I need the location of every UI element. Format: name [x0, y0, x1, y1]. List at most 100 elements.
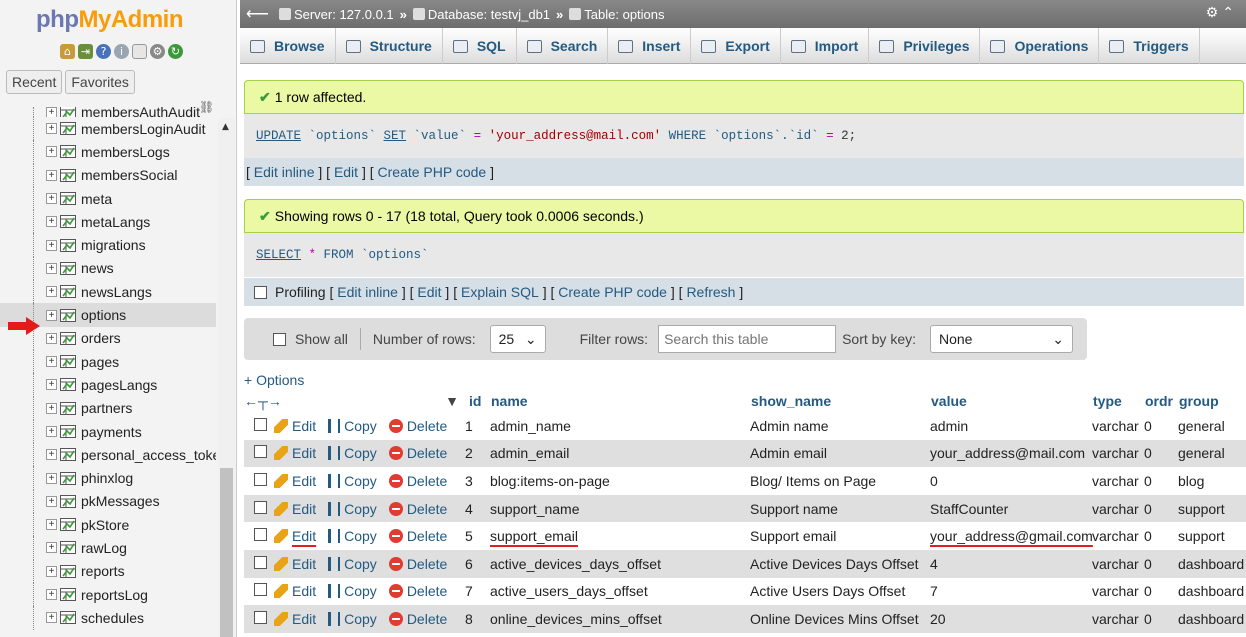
sidebar-item-schedules[interactable]: + schedules [0, 606, 216, 630]
sidebar-item-memberslogs[interactable]: + membersLogs [0, 140, 216, 164]
number-of-rows-select[interactable]: 25 ⌄ [489, 325, 546, 353]
cell-show-name[interactable]: Active Devices Days Offset [747, 556, 927, 572]
edit-button[interactable]: Edit [274, 418, 316, 434]
tab-search[interactable]: Search [517, 28, 609, 64]
copy-button[interactable]: Copy [328, 501, 377, 517]
sidebar-item-pkmessages[interactable]: + pkMessages [0, 489, 216, 514]
delete-button[interactable]: Delete [388, 611, 447, 627]
expand-plus-icon[interactable]: + [46, 519, 57, 531]
cell-value[interactable]: 7 [927, 583, 1089, 599]
collapse-icon[interactable]: ⌃ [1222, 4, 1238, 20]
sort-dropdown-icon[interactable]: ▼ [445, 393, 459, 409]
expand-plus-icon[interactable]: + [46, 612, 57, 624]
column-header-value[interactable]: value [927, 393, 1089, 409]
delete-button[interactable]: Delete [388, 473, 447, 489]
expand-plus-icon[interactable]: + [46, 565, 57, 577]
tab-structure[interactable]: Structure [336, 28, 443, 64]
sql-keyword-update[interactable]: UPDATE [256, 129, 301, 143]
row-checkbox[interactable] [254, 610, 267, 624]
column-header-type[interactable]: type [1089, 393, 1141, 409]
sidebar-item-personal-access-toke[interactable]: + personal_access_toke [0, 443, 216, 467]
sort-by-key-select[interactable]: None ⌄ [930, 325, 1073, 353]
sidebar-item-memberssocial[interactable]: + membersSocial [0, 163, 216, 187]
breadcrumb-server[interactable]: Server: 127.0.0.1 [278, 7, 394, 22]
filter-rows-input[interactable] [658, 325, 837, 353]
expand-plus-icon[interactable]: + [46, 495, 57, 507]
sidebar-item-reportslog[interactable]: + reportsLog [0, 582, 216, 607]
row-checkbox[interactable] [254, 583, 267, 597]
page-icon[interactable] [132, 44, 147, 59]
tab-insert[interactable]: Insert [608, 28, 692, 64]
delete-button[interactable]: Delete [388, 501, 447, 517]
scroll-thumb[interactable] [220, 468, 233, 637]
expand-plus-icon[interactable]: + [46, 107, 57, 117]
tab-triggers[interactable]: Triggers [1099, 28, 1200, 64]
show-all-checkbox[interactable] [273, 332, 286, 346]
cell-group[interactable]: support [1175, 501, 1245, 517]
create-php-code-link[interactable]: Create PHP code [378, 164, 487, 180]
sidebar-item-payments[interactable]: + payments [0, 419, 216, 444]
cell-id[interactable]: 5 [465, 528, 487, 544]
expand-plus-icon[interactable]: + [46, 309, 57, 321]
edit-button[interactable]: Edit [274, 583, 316, 599]
breadcrumb-table[interactable]: Table: options [569, 7, 665, 22]
cell-group[interactable]: support [1175, 528, 1245, 544]
expand-plus-icon[interactable]: + [46, 542, 57, 554]
edit-inline-link[interactable]: Edit inline [337, 284, 398, 300]
cell-value[interactable]: 0 [927, 473, 1089, 489]
sidebar-item-pageslangs[interactable]: + pagesLangs [0, 373, 216, 397]
cell-type[interactable]: varchar [1089, 418, 1141, 434]
row-checkbox[interactable] [254, 472, 267, 486]
cell-value[interactable]: StaffCounter [927, 501, 1089, 517]
delete-button[interactable]: Delete [388, 556, 447, 572]
cell-name[interactable]: support_name [487, 501, 747, 517]
cell-id[interactable]: 2 [465, 445, 487, 461]
cell-ordr[interactable]: 0 [1141, 418, 1175, 434]
expand-plus-icon[interactable]: + [46, 589, 57, 601]
row-checkbox[interactable] [254, 528, 267, 542]
cell-name[interactable]: active_users_days_offset [487, 583, 747, 599]
cell-id[interactable]: 3 [465, 473, 487, 489]
delete-button[interactable]: Delete [388, 418, 447, 434]
cell-show-name[interactable]: Support email [747, 528, 927, 544]
expand-plus-icon[interactable]: + [46, 262, 57, 274]
edit-button[interactable]: Edit [274, 528, 316, 544]
cell-name[interactable]: online_devices_mins_offset [487, 611, 747, 627]
docs-icon[interactable]: i [114, 44, 129, 59]
sidebar-item-migrations[interactable]: + migrations [0, 233, 216, 257]
cell-name[interactable]: active_devices_days_offset [487, 556, 747, 572]
cell-ordr[interactable]: 0 [1141, 445, 1175, 461]
expand-plus-icon[interactable]: + [46, 123, 57, 135]
cell-group[interactable]: dashboard [1175, 583, 1245, 599]
refresh-link[interactable]: Refresh [686, 284, 735, 300]
cell-id[interactable]: 7 [465, 583, 487, 599]
edit-button[interactable]: Edit [274, 611, 316, 627]
sidebar-item-membersloginaudit[interactable]: + membersLoginAudit [0, 117, 216, 141]
copy-button[interactable]: Copy [328, 418, 377, 434]
column-header-name[interactable]: name [487, 393, 747, 409]
cell-show-name[interactable]: Support name [747, 501, 927, 517]
scroll-up-icon[interactable]: ▲ [222, 122, 229, 132]
edit-button[interactable]: Edit [274, 445, 316, 461]
edit-button[interactable]: Edit [274, 556, 316, 572]
row-checkbox[interactable] [254, 500, 267, 514]
cell-id[interactable]: 1 [465, 418, 487, 434]
favorites-button[interactable]: Favorites [65, 70, 135, 94]
cell-show-name[interactable]: Admin name [747, 418, 927, 434]
edit-inline-link[interactable]: Edit inline [254, 164, 315, 180]
cell-value[interactable]: 20 [927, 611, 1089, 627]
sidebar-item-metalangs[interactable]: + metaLangs [0, 210, 216, 234]
cell-show-name[interactable]: Blog/ Items on Page [747, 473, 927, 489]
create-php-code-link[interactable]: Create PHP code [558, 284, 667, 300]
cell-type[interactable]: varchar [1089, 611, 1141, 627]
tab-export[interactable]: Export [691, 28, 781, 64]
expand-plus-icon[interactable]: + [46, 169, 57, 181]
sql-keyword-set[interactable]: SET [384, 129, 407, 143]
cell-ordr[interactable]: 0 [1141, 583, 1175, 599]
cell-group[interactable]: blog [1175, 473, 1245, 489]
cell-name[interactable]: admin_email [487, 445, 747, 461]
sidebar-item-pages[interactable]: + pages [0, 349, 216, 374]
expand-plus-icon[interactable]: + [46, 356, 57, 368]
cell-id[interactable]: 8 [465, 611, 487, 627]
cell-type[interactable]: varchar [1089, 445, 1141, 461]
